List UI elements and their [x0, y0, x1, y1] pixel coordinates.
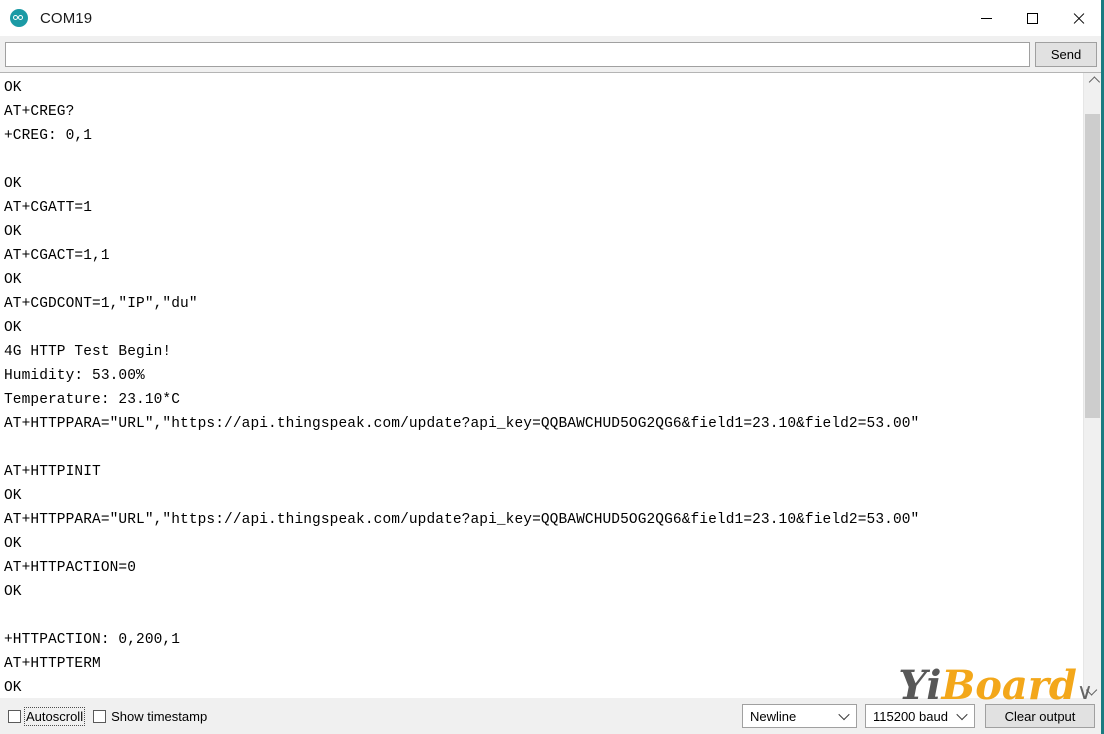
line-ending-select[interactable]: Newline: [742, 704, 857, 728]
console-area: OK AT+CREG? +CREG: 0,1 OK AT+CGATT=1 OK AT+CG…: [0, 72, 1101, 698]
line-ending-value: Newline: [750, 708, 797, 724]
console-line: AT+CGDCONT=1,"IP","du": [4, 296, 198, 312]
console-line: OK: [4, 224, 22, 240]
console-line: AT+HTTPPARA="URL","https://api.thingspea…: [4, 416, 920, 432]
serial-output[interactable]: OK AT+CREG? +CREG: 0,1 OK AT+CGATT=1 OK AT+CG…: [0, 73, 1083, 698]
console-line: AT+HTTPTERM: [4, 656, 101, 672]
window-controls: [963, 0, 1101, 36]
show-timestamp-checkbox-box: [93, 709, 107, 723]
console-line: OK: [4, 80, 22, 96]
console-line: AT+HTTPACTION=0: [4, 560, 137, 576]
chevron-up-icon: [1088, 75, 1100, 88]
send-bar: Send: [0, 36, 1101, 72]
serial-output-lines: OK AT+CREG? +CREG: 0,1 OK AT+CGATT=1 OK AT+CG…: [0, 73, 1083, 698]
maximize-button[interactable]: [1009, 0, 1055, 36]
console-line: AT+CREG?: [4, 104, 75, 120]
arduino-logo-icon: [10, 9, 28, 27]
console-line: OK: [4, 680, 22, 696]
console-line: Humidity: 53.00%: [4, 368, 145, 384]
clear-output-button[interactable]: Clear output: [985, 704, 1095, 728]
console-line: AT+CGATT=1: [4, 200, 93, 216]
serial-monitor-window: COM19 Send OK AT+CREG? +CREG: 0,1 OK AT+CGA…: [0, 0, 1104, 734]
status-bar: Autoscroll Show timestamp Newline 115200…: [0, 698, 1101, 734]
autoscroll-checkbox[interactable]: Autoscroll: [8, 706, 86, 726]
console-line: OK: [4, 272, 22, 288]
serial-send-input[interactable]: [5, 41, 1030, 67]
autoscroll-checkbox-box: [8, 709, 21, 723]
console-line: AT+CGACT=1,1: [4, 248, 110, 264]
console-line: OK: [4, 584, 22, 600]
send-button[interactable]: Send: [1035, 41, 1097, 67]
console-line: Temperature: 23.10*C: [4, 392, 181, 408]
show-timestamp-label: Show timestamp: [111, 708, 208, 724]
show-timestamp-checkbox[interactable]: Show timestamp: [93, 709, 207, 724]
scroll-down-button[interactable]: [1084, 681, 1101, 698]
maximize-icon: [1026, 12, 1038, 24]
checkbox-group: Autoscroll Show timestamp: [8, 706, 217, 726]
baud-rate-select[interactable]: 115200 baud: [865, 704, 975, 728]
console-line: AT+HTTPINIT: [4, 464, 101, 480]
minimize-button[interactable]: [963, 0, 1009, 36]
chevron-down-icon: [956, 708, 968, 721]
minimize-icon: [980, 17, 992, 19]
console-line: OK: [4, 536, 22, 552]
scroll-up-button[interactable]: [1084, 73, 1101, 90]
close-button[interactable]: [1055, 0, 1101, 36]
console-line: +HTTPACTION: 0,200,1: [4, 632, 181, 648]
console-line: OK: [4, 320, 22, 336]
console-scrollbar[interactable]: [1083, 73, 1101, 698]
autoscroll-label: Autoscroll: [23, 706, 86, 726]
baud-rate-value: 115200 baud: [873, 708, 948, 724]
console-line: OK: [4, 488, 22, 504]
window-title: COM19: [40, 9, 93, 27]
console-line: 4G HTTP Test Begin!: [4, 344, 172, 360]
chevron-down-icon: [1085, 683, 1097, 696]
status-bar-controls: Newline 115200 baud Clear output: [734, 704, 1095, 728]
title-bar: COM19: [0, 0, 1101, 36]
console-line: +CREG: 0,1: [4, 128, 93, 144]
scrollbar-thumb[interactable]: [1085, 114, 1100, 418]
close-icon: [1072, 12, 1085, 25]
chevron-down-icon: [838, 708, 850, 721]
console-line: OK: [4, 176, 22, 192]
console-line: AT+HTTPPARA="URL","https://api.thingspea…: [4, 512, 920, 528]
